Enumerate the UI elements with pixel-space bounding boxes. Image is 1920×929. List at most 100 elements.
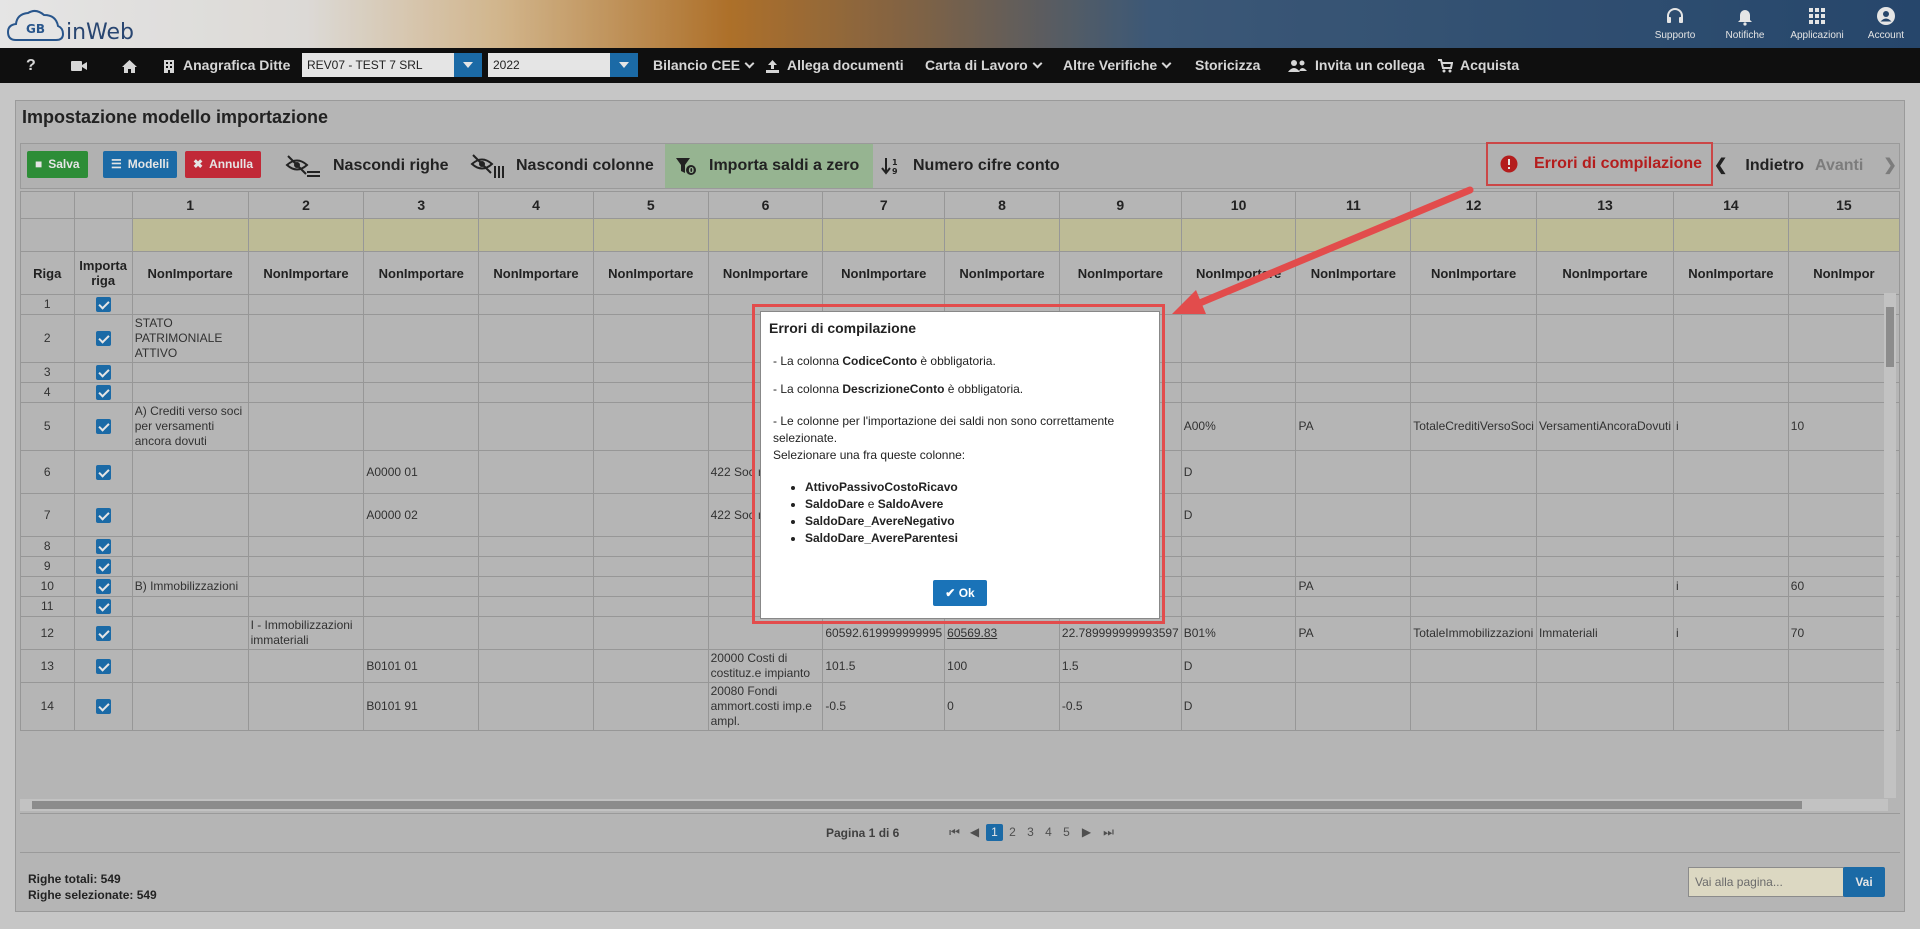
column-mapping-cell[interactable] [1787, 218, 1900, 252]
next-button[interactable]: Avanti ❯ [1815, 144, 1897, 188]
column-mapping-cell[interactable] [1535, 218, 1675, 252]
column-type-select[interactable]: NonImportare [131, 251, 249, 295]
page-number-button[interactable]: 4 [1040, 824, 1057, 841]
video-button[interactable] [70, 48, 88, 83]
compile-errors-button[interactable]: Errori di compilazione [1486, 142, 1713, 186]
page-number-button[interactable]: 3 [1022, 824, 1039, 841]
next-page-icon[interactable]: ▶ [1078, 824, 1095, 841]
column-mapping-cell[interactable] [944, 218, 1060, 252]
column-type-select[interactable]: NonImportare [944, 251, 1060, 295]
table-cell [1295, 450, 1412, 494]
import-row-checkbox[interactable] [95, 658, 111, 674]
column-mapping-cell[interactable] [363, 218, 480, 252]
column-mapping-cell[interactable] [131, 218, 249, 252]
bilancio-cee-menu[interactable]: Bilancio CEE [653, 48, 755, 83]
import-row-checkbox[interactable] [95, 625, 111, 641]
help-button[interactable]: ? [26, 48, 36, 83]
column-type-select[interactable]: NonImportare [1410, 251, 1537, 295]
column-mapping-cell[interactable] [592, 218, 709, 252]
goto-page-input[interactable] [1688, 867, 1844, 897]
column-mapping-cell[interactable] [478, 218, 594, 252]
column-mapping-cell[interactable] [1180, 218, 1297, 252]
account-button[interactable]: Account [1851, 4, 1920, 41]
prev-page-icon[interactable]: ◀ [966, 824, 983, 841]
goto-page-button[interactable]: Vai [1843, 867, 1885, 897]
column-mapping-cell[interactable] [1673, 218, 1789, 252]
hide-columns-button[interactable]: Nascondi colonne [470, 144, 654, 188]
import-row-checkbox[interactable] [95, 579, 111, 595]
column-type-select[interactable]: NonImportare [1058, 251, 1182, 295]
table-cell: D [1180, 450, 1297, 494]
back-button[interactable]: ❮ Indietro [1714, 144, 1804, 188]
year-select[interactable]: 2022 [488, 53, 638, 77]
horizontal-scroll-thumb[interactable] [32, 801, 1802, 809]
import-row-checkbox[interactable] [95, 419, 111, 435]
applications-button[interactable]: Applicazioni [1782, 4, 1852, 41]
page-number-button[interactable]: 5 [1058, 824, 1075, 841]
last-page-icon[interactable]: ⏭ [1100, 824, 1117, 841]
column-mapping-cell[interactable] [1058, 218, 1182, 252]
column-mapping-cell[interactable] [822, 218, 946, 252]
column-mapping-cell[interactable] [247, 218, 365, 252]
import-row-checkbox[interactable] [95, 599, 111, 615]
vertical-scrollbar[interactable] [1884, 293, 1896, 798]
anagrafica-ditte-link[interactable]: Anagrafica Ditte [163, 48, 290, 83]
app-logo[interactable]: GB inWeb [6, 6, 134, 44]
column-mapping-cell[interactable] [1410, 218, 1537, 252]
table-cell [592, 402, 709, 451]
column-type-select[interactable]: NonImportare [247, 251, 365, 295]
vertical-scroll-thumb[interactable] [1886, 307, 1894, 367]
acquista-label: Acquista [1460, 57, 1520, 73]
upload-icon [766, 59, 779, 73]
import-row-checkbox[interactable] [95, 507, 111, 523]
notifications-button[interactable]: Notifiche [1710, 4, 1780, 41]
table-cell [247, 382, 365, 403]
horizontal-scrollbar[interactable] [20, 799, 1888, 811]
carta-di-lavoro-menu[interactable]: Carta di Lavoro [925, 48, 1043, 83]
import-row-checkbox[interactable] [95, 385, 111, 401]
page-number-button[interactable]: 1 [986, 824, 1003, 841]
models-button[interactable]: ☰ Modelli [103, 151, 178, 178]
column-type-select[interactable]: NonImpor [1787, 251, 1900, 295]
allega-documenti-link[interactable]: Allega documenti [765, 48, 904, 83]
invita-collega-link[interactable]: Invita un collega [1288, 48, 1425, 83]
import-row-checkbox[interactable] [95, 464, 111, 480]
import-row-checkbox[interactable] [95, 699, 111, 715]
sort-numeric-icon: 19 [881, 157, 898, 176]
column-type-select[interactable]: NonImportare [822, 251, 946, 295]
cancel-button[interactable]: ✖ Annulla [185, 151, 262, 178]
save-button[interactable]: ■ Salva [27, 151, 88, 178]
hide-rows-button[interactable]: Nascondi righe [285, 144, 449, 188]
headset-icon [1667, 8, 1683, 23]
account-digits-button[interactable]: 1 9 Numero cifre conto [881, 144, 1060, 188]
home-button[interactable] [121, 48, 138, 83]
import-row-checkbox[interactable] [95, 365, 111, 381]
import-zero-balances-toggle[interactable]: 0 Importa saldi a zero [665, 144, 873, 188]
company-select[interactable]: REV07 - TEST 7 SRL [302, 53, 482, 77]
table-cell [1787, 596, 1900, 617]
column-type-select[interactable]: NonImportare [478, 251, 594, 295]
column-mapping-cell[interactable] [707, 218, 824, 252]
support-button[interactable]: Supporto [1640, 4, 1710, 41]
column-type-select[interactable]: NonImportare [1535, 251, 1675, 295]
import-row-checkbox[interactable] [95, 297, 111, 313]
column-type-select[interactable]: NonImportare [592, 251, 709, 295]
column-type-select[interactable]: NonImportare [707, 251, 824, 295]
column-type-select[interactable]: NonImportare [1673, 251, 1789, 295]
column-type-select[interactable]: NonImportare [363, 251, 480, 295]
first-page-icon[interactable]: ⏮ [946, 824, 963, 841]
acquista-link[interactable]: Acquista [1437, 48, 1519, 83]
ok-button[interactable]: ✔ Ok [933, 580, 987, 606]
column-type-select[interactable]: NonImportare [1295, 251, 1412, 295]
column-type-select[interactable]: NonImportare [1180, 251, 1297, 295]
table-cell: 60 [1787, 576, 1900, 597]
table-cell [1295, 536, 1412, 557]
table-cell [131, 382, 249, 403]
page-number-button[interactable]: 2 [1004, 824, 1021, 841]
column-mapping-cell[interactable] [1295, 218, 1412, 252]
import-row-checkbox[interactable] [95, 539, 111, 555]
import-row-checkbox[interactable] [95, 559, 111, 575]
storicizza-link[interactable]: Storicizza [1195, 48, 1260, 83]
altre-verifiche-menu[interactable]: Altre Verifiche [1063, 48, 1172, 83]
import-row-checkbox[interactable] [95, 331, 111, 347]
